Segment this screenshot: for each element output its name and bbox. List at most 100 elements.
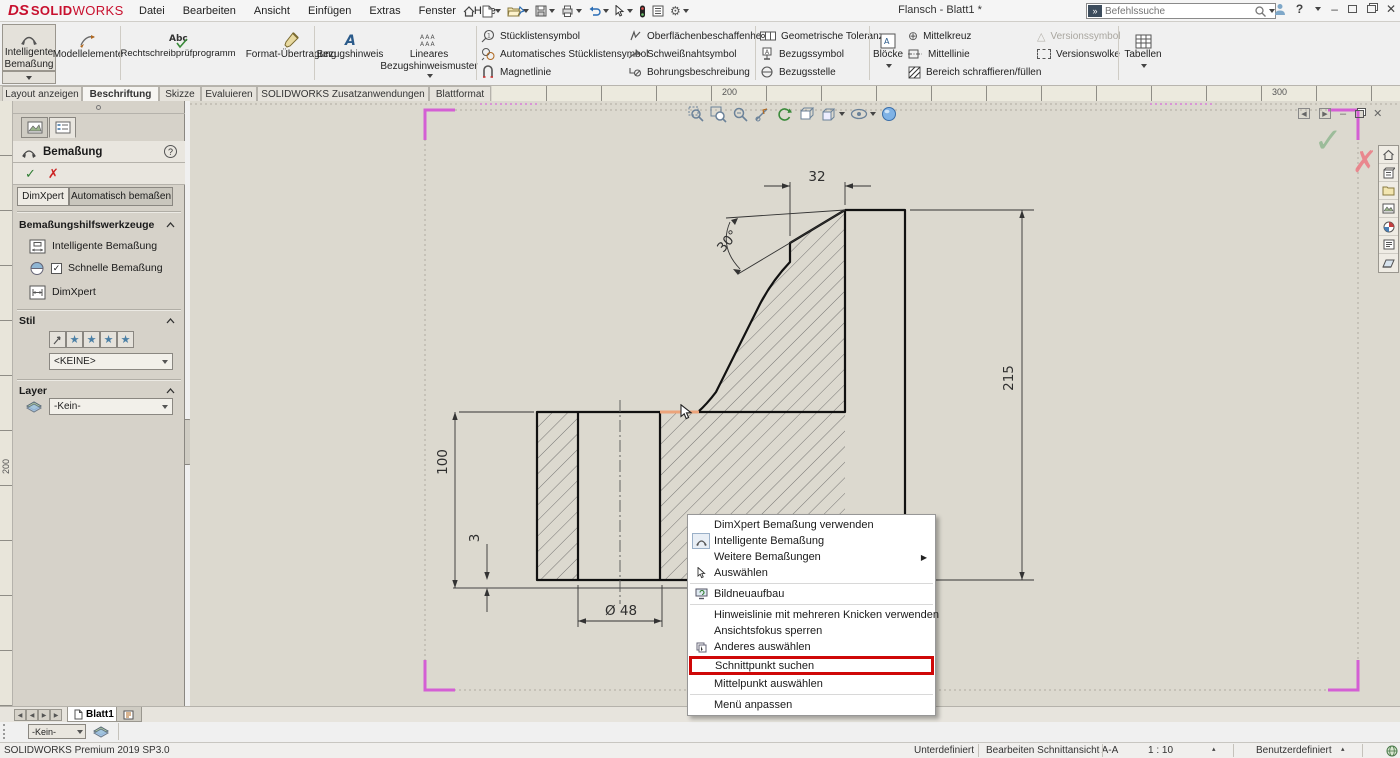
ribbon-geometrische-toleranz[interactable]: Geometrische Toleranz xyxy=(760,28,884,44)
display-style-caret[interactable] xyxy=(870,112,876,116)
sheet-tab-blatt1[interactable]: Blatt1 xyxy=(67,707,121,722)
collapse-right-icon[interactable]: ▶ xyxy=(1319,108,1331,119)
menu-item-anderes-auswaehlen[interactable]: Anderes auswählen xyxy=(688,639,935,655)
tab-beschriftung[interactable]: Beschriftung xyxy=(82,86,159,101)
layer-select[interactable]: -Kein- xyxy=(49,398,173,415)
menu-item-schnittpunkt-suchen[interactable]: Schnittpunkt suchen xyxy=(689,656,934,675)
taskpane-forum-icon[interactable] xyxy=(1379,254,1398,272)
menu-extras[interactable]: Extras xyxy=(360,0,409,22)
ribbon-versionswolke[interactable]: Versionswolke xyxy=(1037,46,1120,62)
viewport-minimize-icon[interactable]: – xyxy=(1340,108,1346,120)
zoom-fit-icon[interactable] xyxy=(688,106,705,123)
taskpane-custom-properties-icon[interactable] xyxy=(1379,236,1398,254)
menu-item-bildneuaufbau[interactable]: Bildneuaufbau xyxy=(688,586,935,602)
menu-item-mittelpunkt-auswaehlen[interactable]: Mittelpunkt auswählen xyxy=(688,676,935,692)
collapse-chevron-icon[interactable] xyxy=(166,222,175,228)
taskpane-file-explorer-icon[interactable] xyxy=(1379,182,1398,200)
ribbon-schweissnahtsymbol[interactable]: Schweißnahtsymbol xyxy=(628,46,736,62)
panel-tab-dimxpert[interactable]: DimXpert xyxy=(17,187,69,206)
panel-resize-handle[interactable] xyxy=(13,101,185,114)
style-save-button[interactable]: ★ xyxy=(100,331,117,348)
taskpane-home-icon[interactable] xyxy=(1379,146,1398,164)
ribbon-auto-stuecklistensymbol[interactable]: Automatisches Stücklistensymbol xyxy=(481,46,648,62)
ribbon-magnetlinie[interactable]: Magnetlinie xyxy=(481,64,551,80)
panel-tab-automatisch-bemassen[interactable]: Automatisch bemaßen xyxy=(69,187,173,206)
ribbon-modellelemente[interactable]: Modellelemente xyxy=(58,24,118,61)
collapse-chevron-icon[interactable] xyxy=(166,318,175,324)
toolbar-grip[interactable] xyxy=(3,724,6,739)
search-input[interactable] xyxy=(1105,6,1254,17)
command-search[interactable]: » xyxy=(1086,3,1276,19)
panel-ok-button[interactable]: ✓ xyxy=(25,166,36,182)
ribbon-mittelkreuz[interactable]: ⊕ Mittelkreuz xyxy=(908,28,971,44)
menu-item-hinweislinie-knicke[interactable]: Hinweislinie mit mehreren Knicken verwen… xyxy=(688,607,935,623)
ribbon-oberflaechenbeschaffenheit[interactable]: Oberflächenbeschaffenheit xyxy=(628,28,766,44)
style-select[interactable]: <KEINE> xyxy=(49,353,173,370)
menu-datei[interactable]: Datei xyxy=(130,0,174,22)
taskpane-view-palette-icon[interactable] xyxy=(1379,200,1398,218)
menu-fenster[interactable]: Fenster xyxy=(410,0,465,22)
menu-item-intelligente-bemassung[interactable]: Intelligente Bemaßung xyxy=(688,533,935,549)
lineares-muster-caret[interactable] xyxy=(427,74,433,78)
close-icon[interactable]: ✕ xyxy=(1386,2,1396,16)
status-sheet-format[interactable]: Benutzerdefiniert xyxy=(1256,745,1332,756)
panel-item-dimxpert[interactable]: DimXpert xyxy=(29,283,96,301)
layer-properties-icon[interactable] xyxy=(92,725,110,738)
tab-blattformat[interactable]: Blattformat xyxy=(429,86,491,101)
menu-einfuegen[interactable]: Einfügen xyxy=(299,0,360,22)
minimize-icon[interactable]: – xyxy=(1331,2,1338,16)
new-document-icon[interactable] xyxy=(480,1,503,21)
help-icon[interactable]: ? xyxy=(1296,2,1303,16)
dimension-100[interactable]: 100 xyxy=(435,412,534,588)
menu-item-dimxpert-verwenden[interactable]: DimXpert Bemaßung verwenden xyxy=(688,517,935,533)
sheet-nav-last-icon[interactable]: ▶ xyxy=(50,709,62,721)
tab-skizze[interactable]: Skizze xyxy=(159,86,201,101)
open-document-icon[interactable] xyxy=(505,1,531,21)
ribbon-bereich-schraffieren[interactable]: Bereich schraffieren/füllen xyxy=(908,64,1041,80)
viewport-restore-icon[interactable] xyxy=(1355,110,1364,118)
restore-icon[interactable] xyxy=(1367,5,1376,13)
section-bemassungshilfswerkzeuge[interactable]: Bemaßungshilfswerkzeuge xyxy=(19,219,179,231)
print-icon[interactable] xyxy=(559,1,584,21)
tab-layout-anzeigen[interactable]: Layout anzeigen xyxy=(2,86,82,101)
tabellen-caret[interactable] xyxy=(1141,64,1147,68)
view-orientation-caret[interactable] xyxy=(839,112,845,116)
maximize-icon[interactable] xyxy=(1348,5,1357,13)
ribbon-bezugssymbol[interactable]: A Bezugssymbol xyxy=(760,46,844,62)
layer-dropdown[interactable]: -Kein- xyxy=(28,724,86,739)
tab-evaluieren[interactable]: Evaluieren xyxy=(201,86,257,101)
ribbon-rechtschreibpruefprogramm[interactable]: Abc Rechtschreibprüfprogramm xyxy=(123,24,233,60)
home-icon[interactable] xyxy=(460,1,478,21)
section-stil[interactable]: Stil xyxy=(19,315,179,327)
style-load-button[interactable]: ★ xyxy=(117,331,134,348)
style-delete-button[interactable]: ★ xyxy=(83,331,100,348)
zoom-icon[interactable] xyxy=(732,106,749,123)
confirmation-cancel-icon[interactable]: ✗ xyxy=(1352,145,1377,180)
display-style-icon[interactable] xyxy=(850,107,876,121)
search-icon[interactable] xyxy=(1254,5,1267,18)
section-layer[interactable]: Layer xyxy=(19,385,179,397)
menu-item-auswaehlen[interactable]: Auswählen xyxy=(688,565,935,581)
style-add-button[interactable]: ★ xyxy=(66,331,83,348)
menu-item-weitere-bemassungen[interactable]: Weitere Bemaßungen ▶ xyxy=(688,549,935,565)
ribbon-intelligente-bemassung-flyout[interactable] xyxy=(2,71,56,84)
panel-item-schnelle-bemassung[interactable]: ✓ Schnelle Bemaßung xyxy=(29,259,163,277)
ribbon-bezugshinweis[interactable]: A Bezugshinweis xyxy=(318,24,382,61)
user-account-icon[interactable] xyxy=(1274,3,1286,16)
bloecke-caret[interactable] xyxy=(886,64,892,68)
rotate-view-icon[interactable] xyxy=(776,106,793,123)
panel-tab-featuremanager[interactable] xyxy=(21,117,48,138)
performance-pill-icon[interactable] xyxy=(637,1,648,21)
panel-cancel-button[interactable]: ✗ xyxy=(48,166,59,182)
sheet-nav-first-icon[interactable]: ◀ xyxy=(14,709,26,721)
taskpane-design-library-icon[interactable] xyxy=(1379,164,1398,182)
ribbon-bezugsstelle[interactable]: Bezugsstelle xyxy=(760,64,836,80)
undo-icon[interactable] xyxy=(586,1,611,21)
zoom-area-icon[interactable] xyxy=(710,106,727,123)
collapse-left-icon[interactable]: ◀ xyxy=(1298,108,1310,119)
dimension-3[interactable]: 3 xyxy=(467,534,490,612)
add-sheet-tab[interactable] xyxy=(116,707,142,722)
panel-item-intelligente-bemassung[interactable]: Intelligente Bemaßung xyxy=(29,237,157,255)
confirmation-accept-icon[interactable]: ✓ xyxy=(1314,121,1343,161)
collapse-chevron-icon[interactable] xyxy=(166,388,175,394)
